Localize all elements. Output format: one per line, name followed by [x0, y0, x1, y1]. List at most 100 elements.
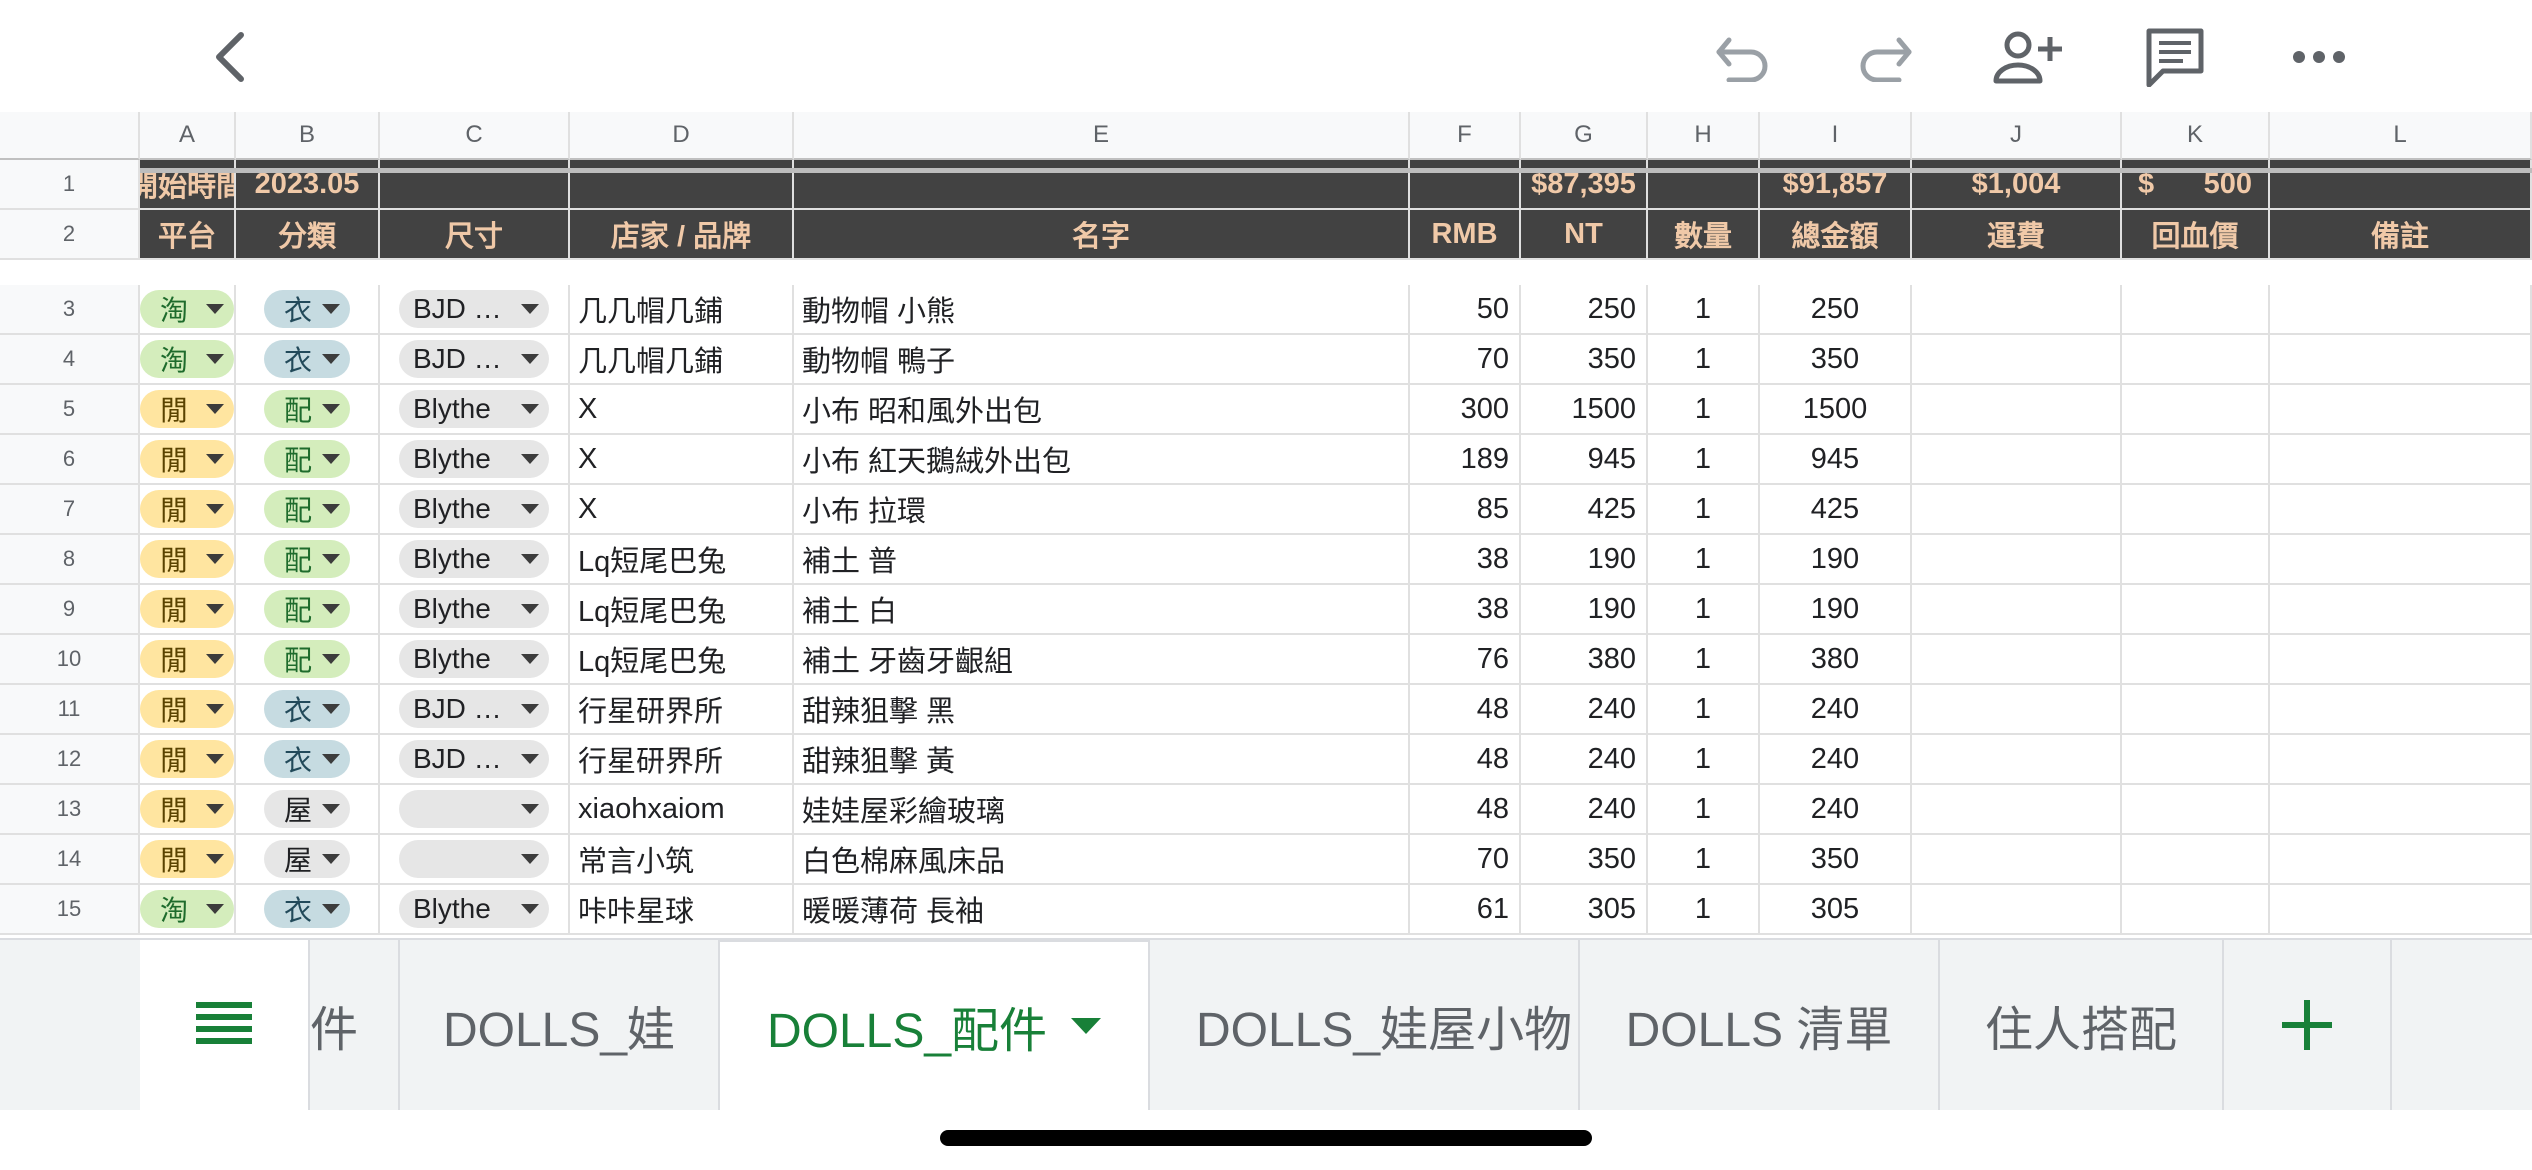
dropdown-arrow-icon[interactable]: [322, 404, 340, 414]
dropdown-arrow-icon[interactable]: [206, 404, 224, 414]
row-number[interactable]: 2: [0, 210, 140, 260]
qty-cell[interactable]: 1: [1648, 685, 1760, 735]
category-cell[interactable]: 配: [236, 485, 380, 535]
platform-chip[interactable]: 閒: [140, 490, 234, 528]
size-chip[interactable]: BJD …: [399, 290, 549, 328]
column-header[interactable]: E: [794, 112, 1410, 160]
platform-cell[interactable]: 閒: [140, 685, 236, 735]
size-cell[interactable]: Blythe: [380, 635, 570, 685]
refund-cell[interactable]: [2122, 435, 2270, 485]
dropdown-arrow-icon[interactable]: [521, 904, 539, 914]
category-chip[interactable]: 屋: [264, 790, 350, 828]
category-chip[interactable]: 衣: [264, 890, 350, 928]
comment-icon[interactable]: [2140, 22, 2210, 92]
note-cell[interactable]: [2270, 635, 2532, 685]
row-number[interactable]: 3: [0, 285, 140, 335]
platform-cell[interactable]: 閒: [140, 635, 236, 685]
add-sheet-icon[interactable]: [2224, 940, 2392, 1110]
shop-cell[interactable]: 几几帽几鋪: [570, 285, 794, 335]
shipping-cell[interactable]: [1912, 835, 2122, 885]
platform-chip[interactable]: 淘: [140, 340, 234, 378]
platform-chip[interactable]: 閒: [140, 390, 234, 428]
tab-0[interactable]: 件: [310, 940, 400, 1110]
column-header[interactable]: A: [140, 112, 236, 160]
name-cell[interactable]: 小布 昭和風外出包: [794, 385, 1410, 435]
qty-cell[interactable]: 1: [1648, 785, 1760, 835]
platform-cell[interactable]: 閒: [140, 385, 236, 435]
total-cell[interactable]: 250: [1760, 285, 1912, 335]
row-number[interactable]: 7: [0, 485, 140, 535]
more-icon[interactable]: [2284, 22, 2354, 92]
dropdown-arrow-icon[interactable]: [206, 604, 224, 614]
qty-cell[interactable]: 1: [1648, 335, 1760, 385]
refund-cell[interactable]: [2122, 335, 2270, 385]
rmb-cell[interactable]: 50: [1410, 285, 1521, 335]
size-chip[interactable]: BJD …: [399, 340, 549, 378]
rmb-cell[interactable]: 48: [1410, 785, 1521, 835]
row-number[interactable]: 1: [0, 160, 140, 210]
refund-cell[interactable]: [2122, 385, 2270, 435]
tab-3[interactable]: DOLLS_娃屋小物: [1150, 940, 1580, 1110]
dropdown-arrow-icon[interactable]: [521, 454, 539, 464]
qty-cell[interactable]: 1: [1648, 485, 1760, 535]
rmb-cell[interactable]: 48: [1410, 735, 1521, 785]
nt-cell[interactable]: 240: [1521, 735, 1648, 785]
size-cell[interactable]: BJD …: [380, 735, 570, 785]
name-cell[interactable]: 白色棉麻風床品: [794, 835, 1410, 885]
row-number[interactable]: 11: [0, 685, 140, 735]
qty-cell[interactable]: 1: [1648, 535, 1760, 585]
refund-cell[interactable]: [2122, 485, 2270, 535]
dropdown-arrow-icon[interactable]: [206, 654, 224, 664]
platform-chip[interactable]: 淘: [140, 890, 234, 928]
dropdown-arrow-icon[interactable]: [206, 354, 224, 364]
header-cell[interactable]: RMB: [1410, 210, 1521, 260]
shop-cell[interactable]: X: [570, 485, 794, 535]
category-cell[interactable]: 配: [236, 585, 380, 635]
dropdown-arrow-icon[interactable]: [521, 804, 539, 814]
dropdown-arrow-icon[interactable]: [521, 854, 539, 864]
dropdown-arrow-icon[interactable]: [206, 304, 224, 314]
platform-cell[interactable]: 閒: [140, 785, 236, 835]
size-chip[interactable]: Blythe: [399, 490, 549, 528]
shipping-cell[interactable]: [1912, 685, 2122, 735]
dropdown-arrow-icon[interactable]: [521, 504, 539, 514]
platform-chip[interactable]: 閒: [140, 440, 234, 478]
tab-5[interactable]: 住人搭配: [1940, 940, 2224, 1110]
column-header[interactable]: D: [570, 112, 794, 160]
name-cell[interactable]: 甜辣狙擊 黃: [794, 735, 1410, 785]
rmb-cell[interactable]: 38: [1410, 535, 1521, 585]
dropdown-arrow-icon[interactable]: [521, 704, 539, 714]
dropdown-arrow-icon[interactable]: [322, 854, 340, 864]
shipping-cell[interactable]: [1912, 435, 2122, 485]
dropdown-arrow-icon[interactable]: [206, 854, 224, 864]
category-chip[interactable]: 衣: [264, 340, 350, 378]
back-arrow-icon[interactable]: [196, 22, 266, 92]
dropdown-arrow-icon[interactable]: [322, 754, 340, 764]
column-header[interactable]: B: [236, 112, 380, 160]
column-header[interactable]: H: [1648, 112, 1760, 160]
chevron-down-icon[interactable]: [1071, 1018, 1102, 1034]
category-cell[interactable]: 衣: [236, 685, 380, 735]
rmb-cell[interactable]: 85: [1410, 485, 1521, 535]
category-cell[interactable]: 屋: [236, 835, 380, 885]
category-chip[interactable]: 配: [264, 440, 350, 478]
refund-cell[interactable]: [2122, 835, 2270, 885]
shop-cell[interactable]: X: [570, 385, 794, 435]
total-cell[interactable]: 1500: [1760, 385, 1912, 435]
size-chip[interactable]: BJD …: [399, 690, 549, 728]
row-number[interactable]: 10: [0, 635, 140, 685]
undo-icon[interactable]: [1708, 22, 1778, 92]
category-cell[interactable]: 配: [236, 635, 380, 685]
note-cell[interactable]: [2270, 385, 2532, 435]
size-cell[interactable]: [380, 785, 570, 835]
category-cell[interactable]: 衣: [236, 285, 380, 335]
name-cell[interactable]: 小布 紅天鵝絨外出包: [794, 435, 1410, 485]
dropdown-arrow-icon[interactable]: [206, 704, 224, 714]
dropdown-arrow-icon[interactable]: [322, 304, 340, 314]
category-chip[interactable]: 配: [264, 590, 350, 628]
size-cell[interactable]: Blythe: [380, 435, 570, 485]
rmb-cell[interactable]: 48: [1410, 685, 1521, 735]
platform-chip[interactable]: 閒: [140, 690, 234, 728]
tab-4[interactable]: DOLLS 清單: [1580, 940, 1940, 1110]
total-cell[interactable]: 240: [1760, 735, 1912, 785]
